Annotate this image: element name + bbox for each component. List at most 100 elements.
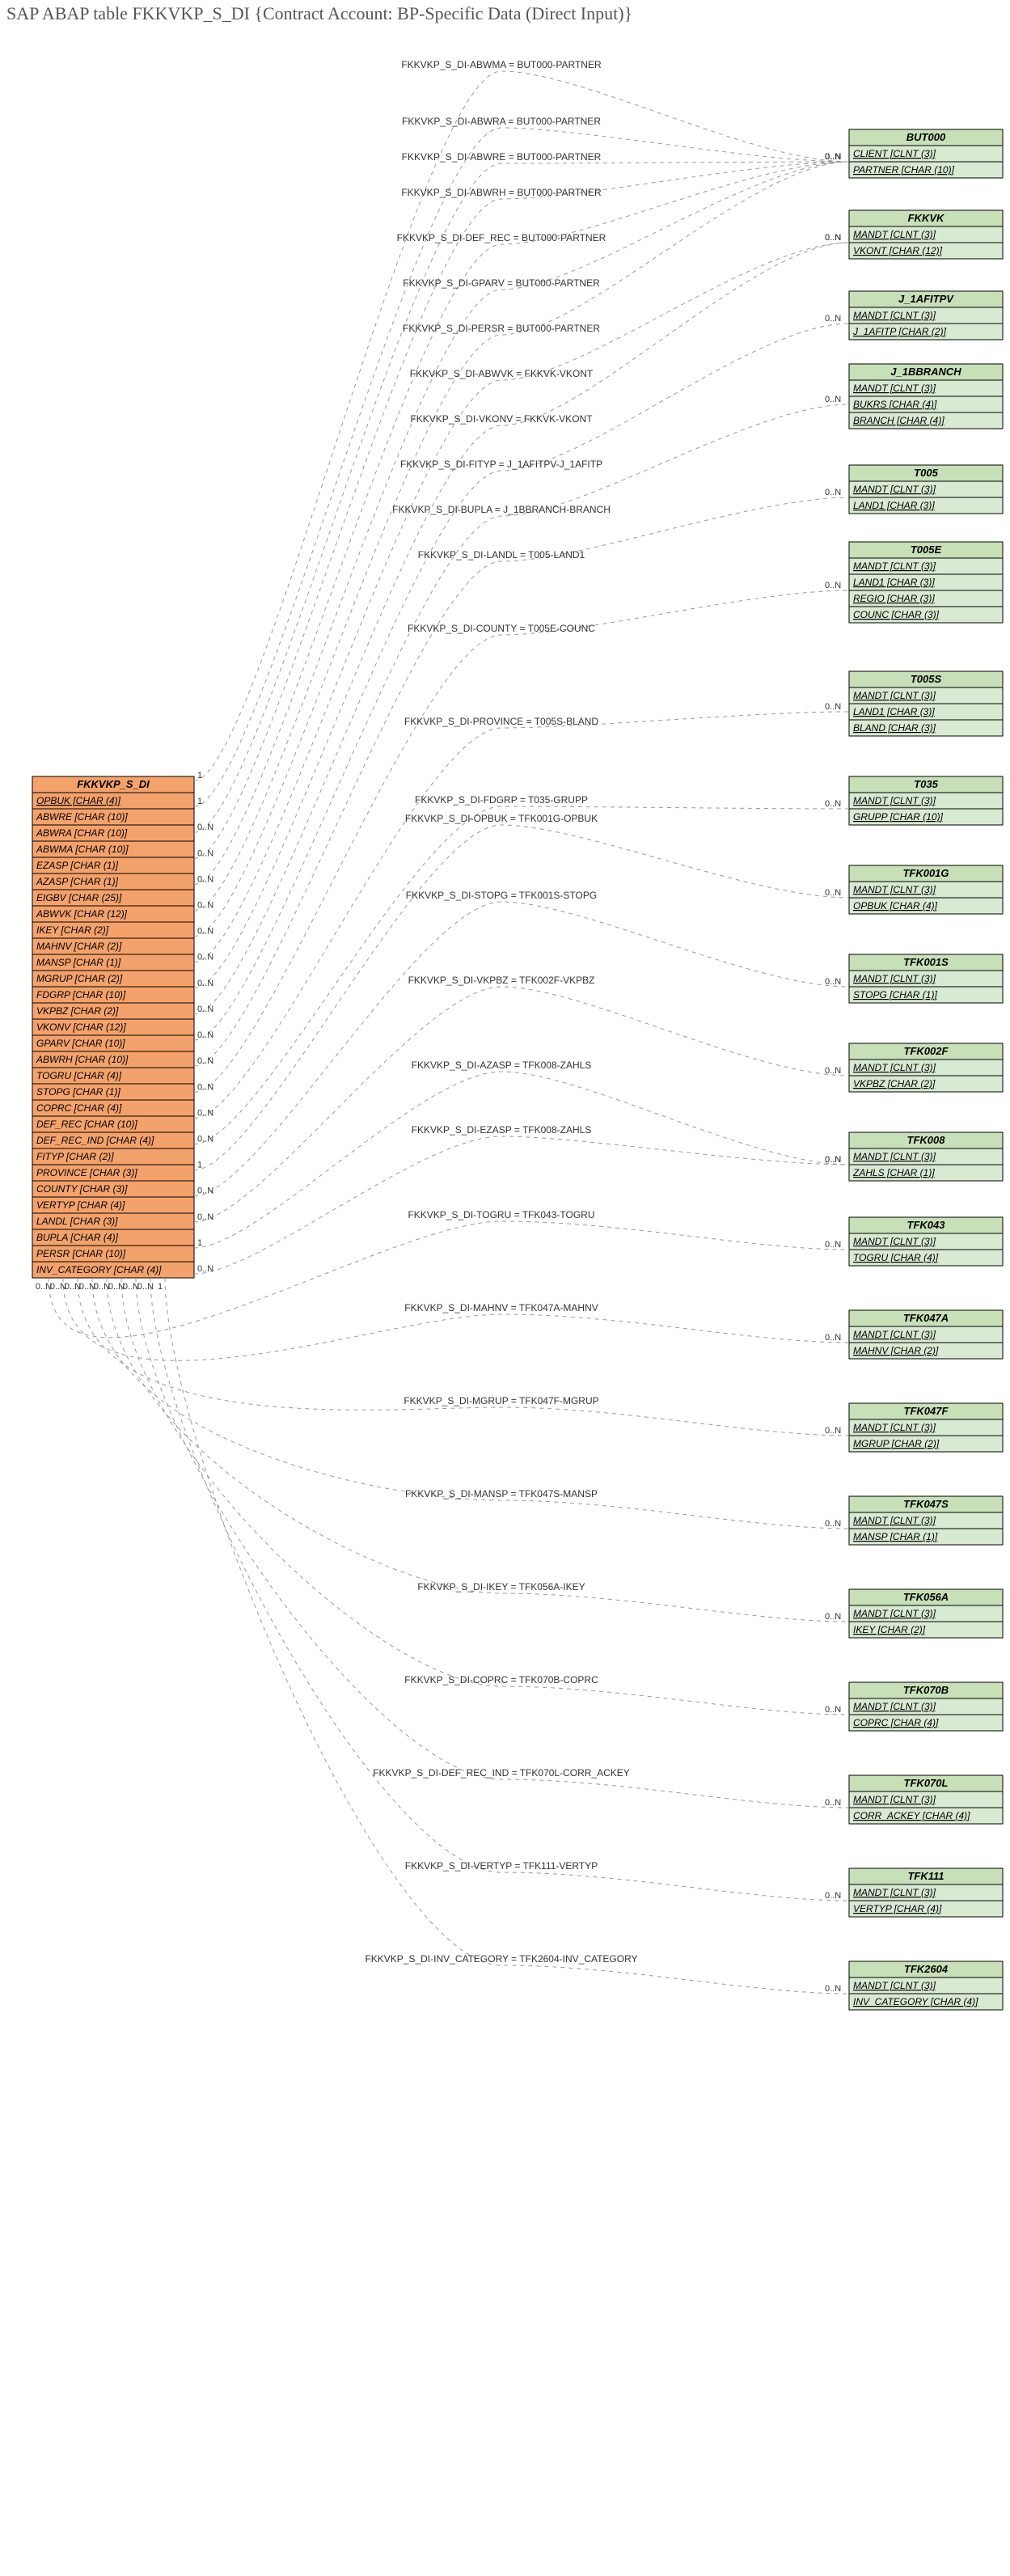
svg-text:PERSR [CHAR (10)]: PERSR [CHAR (10)] [36,1248,126,1259]
page-title: SAP ABAP table FKKVKP_S_DI {Contract Acc… [6,3,1004,24]
svg-text:FKKVKP_S_DI-MANSP = TFK047S-MA: FKKVKP_S_DI-MANSP = TFK047S-MANSP [405,1488,598,1499]
svg-text:INV_CATEGORY [CHAR (4)]: INV_CATEGORY [CHAR (4)] [853,1996,978,2007]
svg-text:FKKVKP_S_DI-ABWRE = BUT000-PAR: FKKVKP_S_DI-ABWRE = BUT000-PARTNER [402,151,602,163]
svg-text:PROVINCE [CHAR (3)]: PROVINCE [CHAR (3)] [36,1167,137,1178]
svg-text:COUNC [CHAR (3)]: COUNC [CHAR (3)] [853,609,940,620]
svg-text:MANDT [CLNT (3)]: MANDT [CLNT (3)] [853,560,936,572]
svg-text:IKEY [CHAR (2)]: IKEY [CHAR (2)] [853,1624,926,1635]
svg-text:BLAND [CHAR (3)]: BLAND [CHAR (3)] [853,722,936,734]
svg-text:FKKVKP_S_DI-VKPBZ = TFK002F-VK: FKKVKP_S_DI-VKPBZ = TFK002F-VKPBZ [408,975,595,986]
svg-text:LAND1 [CHAR (3)]: LAND1 [CHAR (3)] [853,577,935,588]
svg-text:MANDT [CLNT (3)]: MANDT [CLNT (3)] [853,1422,936,1433]
svg-text:0..N: 0..N [825,581,841,590]
svg-text:MAHNV [CHAR (2)]: MAHNV [CHAR (2)] [36,941,122,952]
svg-text:FKKVKP_S_DI-COUNTY = T005E-COU: FKKVKP_S_DI-COUNTY = T005E-COUNC [408,623,595,634]
svg-text:MGRUP [CHAR (2)]: MGRUP [CHAR (2)] [36,973,123,984]
svg-text:FKKVKP_S_DI-IKEY = TFK056A-IKE: FKKVKP_S_DI-IKEY = TFK056A-IKEY [417,1581,585,1593]
svg-text:MANDT [CLNT (3)]: MANDT [CLNT (3)] [853,1329,936,1340]
svg-text:0..N: 0..N [825,233,841,243]
svg-text:MANDT [CLNT (3)]: MANDT [CLNT (3)] [853,1151,936,1162]
svg-text:OPBUK [CHAR (4)]: OPBUK [CHAR (4)] [36,795,121,806]
svg-text:ABWMA [CHAR (10)]: ABWMA [CHAR (10)] [36,844,129,855]
svg-text:0..N: 0..N [825,799,841,809]
svg-text:FITYP [CHAR (2)]: FITYP [CHAR (2)] [36,1151,114,1162]
svg-text:MAHNV [CHAR (2)]: MAHNV [CHAR (2)] [853,1345,939,1356]
svg-text:0..N: 0..N [825,1798,841,1808]
svg-text:STOPG [CHAR (1)]: STOPG [CHAR (1)] [36,1086,120,1098]
svg-text:0..N: 0..N [825,488,841,497]
svg-text:0..N: 0..N [197,823,213,832]
svg-text:FKKVKP_S_DI-OPBUK = TFK001G-OP: FKKVKP_S_DI-OPBUK = TFK001G-OPBUK [405,813,598,824]
svg-text:0..N: 0..N [825,702,841,712]
svg-text:FKKVKP_S_DI-VERTYP = TFK111-VE: FKKVKP_S_DI-VERTYP = TFK111-VERTYP [405,1860,598,1872]
svg-text:FKKVKP_S_DI: FKKVKP_S_DI [77,778,150,790]
svg-text:PARTNER [CHAR (10)]: PARTNER [CHAR (10)] [853,164,955,176]
svg-text:IKEY [CHAR (2)]: IKEY [CHAR (2)] [36,924,109,936]
svg-text:BRANCH [CHAR (4)]: BRANCH [CHAR (4)] [853,415,944,426]
svg-text:TFK001S: TFK001S [903,956,949,968]
svg-text:REGIO [CHAR (3)]: REGIO [CHAR (3)] [853,593,935,604]
svg-text:OPBUK [CHAR (4)]: OPBUK [CHAR (4)] [853,900,938,912]
svg-text:MANDT [CLNT (3)]: MANDT [CLNT (3)] [853,310,936,321]
svg-text:0..N: 0..N [197,927,213,937]
svg-text:0..N: 0..N [197,1030,213,1040]
svg-text:FKKVKP_S_DI-PROVINCE = T005S-B: FKKVKP_S_DI-PROVINCE = T005S-BLAND [404,716,599,727]
svg-text:TFK070B: TFK070B [903,1684,949,1696]
svg-text:MANSP [CHAR (1)]: MANSP [CHAR (1)] [36,957,121,968]
svg-text:1: 1 [197,1161,202,1170]
svg-text:FKKVKP_S_DI-EZASP = TFK008-ZAH: FKKVKP_S_DI-EZASP = TFK008-ZAHLS [412,1124,592,1136]
svg-text:FKKVKP_S_DI-PERSR = BUT000-PAR: FKKVKP_S_DI-PERSR = BUT000-PARTNER [403,323,600,334]
svg-text:0..N: 0..N [825,1240,841,1250]
svg-text:FKKVK: FKKVK [908,212,945,224]
svg-text:FKKVKP_S_DI-COPRC = TFK070B-CO: FKKVKP_S_DI-COPRC = TFK070B-COPRC [404,1674,598,1686]
svg-text:MANDT [CLNT (3)]: MANDT [CLNT (3)] [853,884,936,895]
svg-text:BUKRS [CHAR (4)]: BUKRS [CHAR (4)] [853,399,937,410]
svg-text:MANDT [CLNT (3)]: MANDT [CLNT (3)] [853,1794,936,1805]
svg-text:T005: T005 [914,467,938,479]
er-diagram: FKKVKP_S_DI OPBUK [CHAR (4)] ABWRE [CHAR (… [0,24,1010,2576]
svg-text:ABWRH [CHAR (10)]: ABWRH [CHAR (10)] [36,1054,129,1065]
svg-text:VERTYP [CHAR (4)]: VERTYP [CHAR (4)] [853,1903,942,1914]
svg-text:0..N: 0..N [825,1426,841,1436]
svg-text:COPRC [CHAR (4)]: COPRC [CHAR (4)] [853,1717,939,1728]
svg-text:TFK001G: TFK001G [902,867,949,879]
svg-text:ABWVK [CHAR (12)]: ABWVK [CHAR (12)] [36,908,128,920]
svg-text:FKKVKP_S_DI-ABWRA = BUT000-PAR: FKKVKP_S_DI-ABWRA = BUT000-PARTNER [402,116,601,127]
svg-text:FKKVKP_S_DI-VKONV = FKKVK-VKON: FKKVKP_S_DI-VKONV = FKKVK-VKONT [410,413,593,425]
svg-text:FKKVKP_S_DI-TOGRU = TFK043-TOG: FKKVKP_S_DI-TOGRU = TFK043-TOGRU [408,1209,594,1220]
svg-text:TFK056A: TFK056A [903,1591,949,1603]
svg-text:0..N: 0..N [197,953,213,962]
svg-text:0..N: 0..N [825,1612,841,1622]
svg-text:MANDT [CLNT (3)]: MANDT [CLNT (3)] [853,690,936,701]
svg-text:VKPBZ [CHAR (2)]: VKPBZ [CHAR (2)] [853,1078,936,1089]
svg-text:ABWRE [CHAR (10)]: ABWRE [CHAR (10)] [36,811,128,823]
svg-text:0..N: 0..N [197,1108,213,1118]
svg-text:MANDT [CLNT (3)]: MANDT [CLNT (3)] [853,973,936,984]
svg-text:CLIENT [CLNT (3)]: CLIENT [CLNT (3)] [853,148,936,159]
svg-text:0..N: 0..N [197,1264,213,1274]
svg-text:FKKVKP_S_DI-FITYP = J_1AFITPV-: FKKVKP_S_DI-FITYP = J_1AFITPV-J_1AFITP [400,459,602,470]
svg-text:INV_CATEGORY [CHAR (4)]: INV_CATEGORY [CHAR (4)] [36,1264,162,1275]
svg-text:0..N: 0..N [197,1212,213,1222]
svg-text:AZASP [CHAR (1)]: AZASP [CHAR (1)] [36,876,119,887]
svg-text:MANDT [CLNT (3)]: MANDT [CLNT (3)] [853,484,936,495]
svg-text:MANDT [CLNT (3)]: MANDT [CLNT (3)] [853,383,936,394]
svg-text:MANDT [CLNT (3)]: MANDT [CLNT (3)] [853,1887,936,1898]
svg-text:0..N: 0..N [825,977,841,987]
svg-text:VKONV [CHAR (12)]: VKONV [CHAR (12)] [36,1022,126,1033]
svg-text:TOGRU [CHAR (4)]: TOGRU [CHAR (4)] [36,1070,122,1081]
svg-text:LAND1 [CHAR (3)]: LAND1 [CHAR (3)] [853,500,935,511]
svg-text:STOPG [CHAR (1)]: STOPG [CHAR (1)] [853,989,937,1000]
svg-text:0..N: 0..N [825,888,841,898]
svg-text:FKKVKP_S_DI-INV_CATEGORY = TFK: FKKVKP_S_DI-INV_CATEGORY = TFK2604-INV_C… [365,1953,637,1965]
svg-text:COUNTY [CHAR (3)]: COUNTY [CHAR (3)] [36,1183,128,1195]
svg-text:0..N: 0..N [825,1891,841,1901]
svg-text:TFK002F: TFK002F [904,1045,949,1057]
svg-text:T005E: T005E [911,544,942,556]
svg-text:0..N: 0..N [825,1333,841,1343]
svg-text:MGRUP [CHAR (2)]: MGRUP [CHAR (2)] [853,1438,940,1449]
svg-text:0..N: 0..N [825,1705,841,1715]
svg-text:0..N: 0..N [197,848,213,858]
svg-text:MANDT [CLNT (3)]: MANDT [CLNT (3)] [853,1608,936,1619]
svg-text:FKKVKP_S_DI-DEF_REC_IND = TFK0: FKKVKP_S_DI-DEF_REC_IND = TFK070L-CORR_A… [373,1767,630,1779]
